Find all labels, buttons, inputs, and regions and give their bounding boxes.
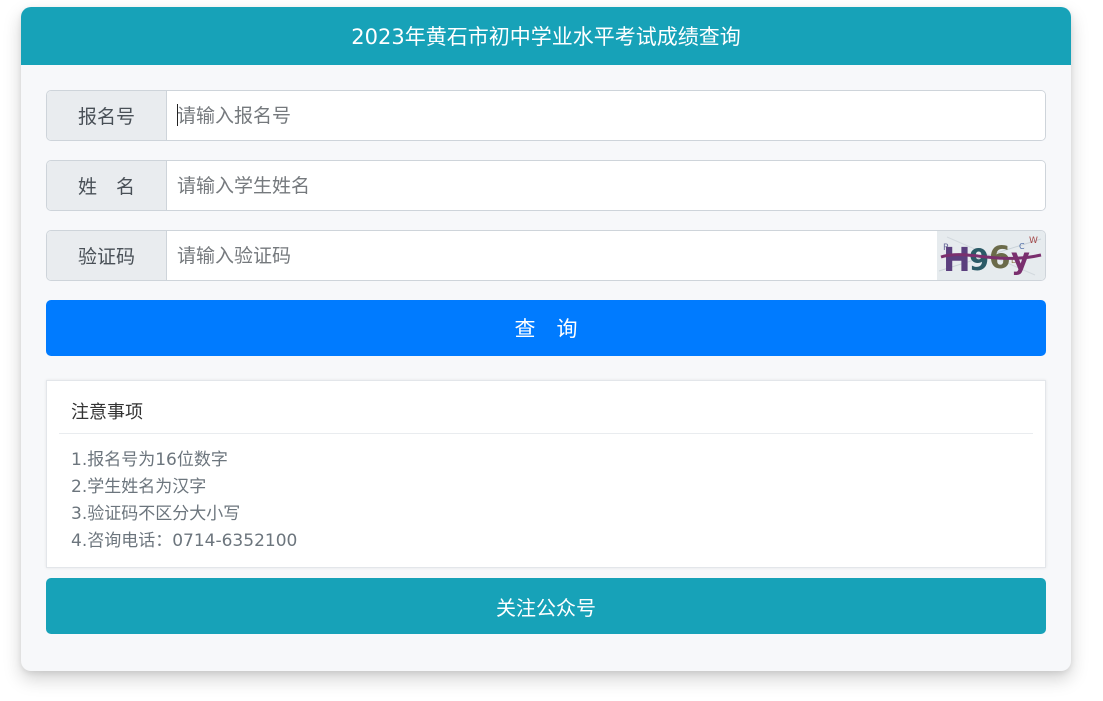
notice-item: 4.咨询电话：0714-6352100: [71, 531, 298, 551]
follow-official-account-button[interactable]: 关注公众号: [46, 578, 1046, 634]
notice-item: 1.报名号为16位数字: [71, 450, 228, 470]
captcha-group: 验证码 W C P L H 9 6 y: [46, 230, 1046, 281]
student-name-input[interactable]: [167, 161, 1045, 210]
notice-panel: 注意事项 1.报名号为16位数字 2.学生姓名为汉字 3.验证码不区分大小写 4…: [46, 380, 1046, 568]
captcha-image[interactable]: W C P L H 9 6 y: [937, 231, 1045, 280]
student-name-group: 姓 名: [46, 160, 1046, 211]
query-button[interactable]: 查 询: [46, 300, 1046, 356]
notice-divider: [59, 433, 1033, 434]
text-cursor: [177, 104, 178, 126]
captcha-char-2: 9: [969, 243, 989, 277]
page-title: 2023年黄石市初中学业水平考试成绩查询: [21, 7, 1071, 65]
captcha-noise-w: W: [1029, 236, 1038, 246]
notice-item: 2.学生姓名为汉字: [71, 477, 207, 497]
notice-item: 3.验证码不区分大小写: [71, 504, 241, 524]
query-card: 2023年黄石市初中学业水平考试成绩查询 报名号 姓 名 验证码 W C P L…: [21, 7, 1071, 671]
captcha-label: 验证码: [47, 231, 167, 280]
notice-list: 1.报名号为16位数字 2.学生姓名为汉字 3.验证码不区分大小写 4.咨询电话…: [71, 447, 297, 555]
registration-number-input[interactable]: [167, 91, 1045, 140]
captcha-char-1: H: [943, 240, 971, 279]
captcha-input[interactable]: [167, 231, 937, 280]
student-name-label: 姓 名: [47, 161, 167, 210]
registration-number-label: 报名号: [47, 91, 167, 140]
registration-number-group: 报名号: [46, 90, 1046, 141]
notice-title: 注意事项: [71, 402, 143, 423]
